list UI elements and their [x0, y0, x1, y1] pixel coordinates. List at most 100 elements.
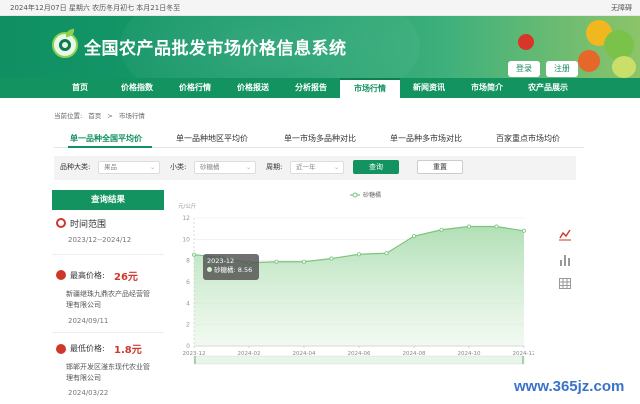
top-info-bar: 2024年12月07日 星期六 农历冬月初七 本月21日冬至 无障碍 [0, 0, 640, 16]
tooltip-date: 2023-12 [207, 257, 235, 265]
nav-news[interactable]: 新闻资讯 [400, 78, 458, 98]
series-point [521, 228, 526, 233]
breadcrumb-prefix: 当前位置: [54, 112, 83, 120]
period-label: 周期: [266, 163, 283, 171]
series-point [274, 259, 279, 264]
series-point [356, 252, 361, 257]
chevron-down-icon: ⌄ [149, 164, 155, 171]
query-button[interactable]: 查询 [353, 160, 399, 174]
chevron-down-icon: ⌄ [245, 164, 251, 171]
zoom-slider-track [193, 355, 525, 365]
nav-price-market[interactable]: 价格行情 [166, 78, 224, 98]
tab-regional-average[interactable]: 单一品种地区平均价 [176, 133, 248, 144]
series-point [466, 224, 471, 229]
tab-variety-multi-market[interactable]: 单一品种多市场对比 [390, 133, 462, 144]
category-label: 品种大类: [60, 163, 91, 171]
tooltip-name: 砂糖橘 [214, 266, 234, 274]
tab-market-multi-variety[interactable]: 单一市场多品种对比 [284, 133, 356, 144]
tab-hundred-markets[interactable]: 百家重点市场均价 [496, 133, 560, 144]
series-point [301, 259, 306, 264]
accessibility-link[interactable]: 无障碍 [611, 0, 632, 16]
breadcrumb-home[interactable]: 首页 [88, 112, 101, 120]
vegetable-decoration [604, 30, 634, 60]
filter-bar: 品种大类: 果品 ⌄ 小类: 砂糖橘 ⌄ 周期: 近一年 ⌄ 查询 重置 [54, 156, 576, 180]
login-button[interactable]: 登录 [508, 61, 540, 77]
nav-home[interactable]: 首页 [52, 78, 108, 98]
min-price-icon [56, 344, 66, 354]
max-price-market-line1: 新疆继珠九鼎农产品经营管 [66, 290, 150, 298]
min-price-market-line1: 邯郸开发区滏东现代农业管 [66, 363, 150, 371]
tooltip-dot [207, 267, 212, 272]
min-price-market-line2: 理有限公司 [66, 374, 101, 382]
subclass-label: 小类: [170, 163, 187, 171]
nav-market-intro[interactable]: 市场简介 [458, 78, 516, 98]
line-chart-icon[interactable] [559, 229, 571, 241]
reset-button[interactable]: 重置 [417, 160, 463, 174]
nav-price-index[interactable]: 价格指数 [108, 78, 166, 98]
subclass-select[interactable]: 砂糖橘 ⌄ [194, 161, 256, 174]
legend-label: 砂糖橘 [363, 191, 381, 199]
series-point [329, 256, 334, 261]
tooltip-series: 砂糖橘: 8.56 [207, 266, 255, 275]
site-logo [52, 28, 78, 58]
site-title: 全国农产品批发市场价格信息系统 [84, 39, 347, 59]
header-banner: 全国农产品批发市场价格信息系统 登录 注册 [0, 16, 640, 78]
tooltip-value: 8.56 [237, 266, 253, 274]
subclass-value: 砂糖橘 [200, 163, 220, 171]
min-price-date: 2024/03/22 [68, 389, 109, 397]
y-tick-label: 4 [186, 300, 190, 307]
y-tick-label: 12 [182, 215, 190, 222]
page: 2024年12月07日 星期六 农历冬月初七 本月21日冬至 无障碍 全国农产品… [0, 0, 640, 404]
nav-market-trend[interactable]: 市场行情 [340, 78, 400, 98]
period-select[interactable]: 近一年 ⌄ [290, 161, 344, 174]
bar-chart-icon[interactable] [560, 255, 570, 266]
time-range-label: 时间范围 [70, 220, 107, 230]
series-point [384, 251, 389, 256]
zoom-handle-left [194, 356, 196, 364]
series-point [439, 227, 444, 232]
series-area [194, 226, 524, 346]
min-price-value: 1.8元 [114, 345, 142, 356]
max-price-icon [56, 270, 66, 280]
tab-bar: 单一品种全国平均价 单一品种地区平均价 单一市场多品种对比 单一品种多市场对比 … [54, 128, 584, 148]
table-view-icon[interactable] [559, 278, 571, 289]
register-button[interactable]: 注册 [546, 61, 578, 77]
date-line: 2024年12月07日 星期六 农历冬月初七 本月21日冬至 [10, 4, 181, 12]
nav-price-report[interactable]: 价格报送 [224, 78, 282, 98]
y-tick-label: 2 [186, 322, 190, 329]
vegetable-decoration [518, 34, 534, 50]
category-select[interactable]: 果品 ⌄ [98, 161, 160, 174]
category-value: 果品 [104, 163, 117, 171]
min-price-label: 最低价格: [70, 344, 105, 353]
max-price-value: 26元 [114, 272, 138, 283]
main-nav: 首页 价格指数 价格行情 价格报送 分析报告 市场行情 新闻资讯 市场简介 农产… [0, 78, 640, 98]
active-tab-indicator [68, 146, 152, 148]
divider [52, 254, 164, 255]
max-price-label: 最高价格: [70, 271, 105, 280]
nav-analysis[interactable]: 分析报告 [282, 78, 340, 98]
vegetable-decoration [578, 50, 600, 72]
y-tick-label: 8 [186, 258, 190, 265]
time-range-value: 2023/12--2024/12 [68, 236, 132, 244]
period-value: 近一年 [296, 163, 316, 171]
legend-marker [352, 192, 358, 198]
vegetable-decoration [612, 56, 636, 78]
tab-national-average[interactable]: 单一品种全国平均价 [70, 133, 142, 144]
series-point [411, 234, 416, 239]
divider [52, 332, 164, 333]
y-tick-label: 6 [186, 279, 190, 286]
max-price-market-line2: 理有限公司 [66, 301, 101, 309]
y-axis-label: 元/公斤 [178, 202, 197, 210]
chart-type-switcher [558, 228, 572, 298]
y-tick-label: 10 [182, 236, 190, 243]
breadcrumb: 当前位置: 首页 > 市场行情 [54, 110, 149, 120]
max-price-date: 2024/09/11 [68, 317, 109, 325]
zoom-handle-right [522, 356, 524, 364]
breadcrumb-separator: > [107, 112, 113, 120]
chart-type-icons [559, 229, 571, 289]
result-panel-header: 查询结果 [52, 190, 164, 210]
watermark-text: www.365jz.com [514, 378, 625, 395]
result-panel: 查询结果 时间范围 2023/12--2024/12 最高价格: 26元 新疆继… [52, 190, 164, 404]
breadcrumb-current: 市场行情 [118, 112, 145, 120]
nav-product-show[interactable]: 农产品展示 [516, 78, 580, 98]
